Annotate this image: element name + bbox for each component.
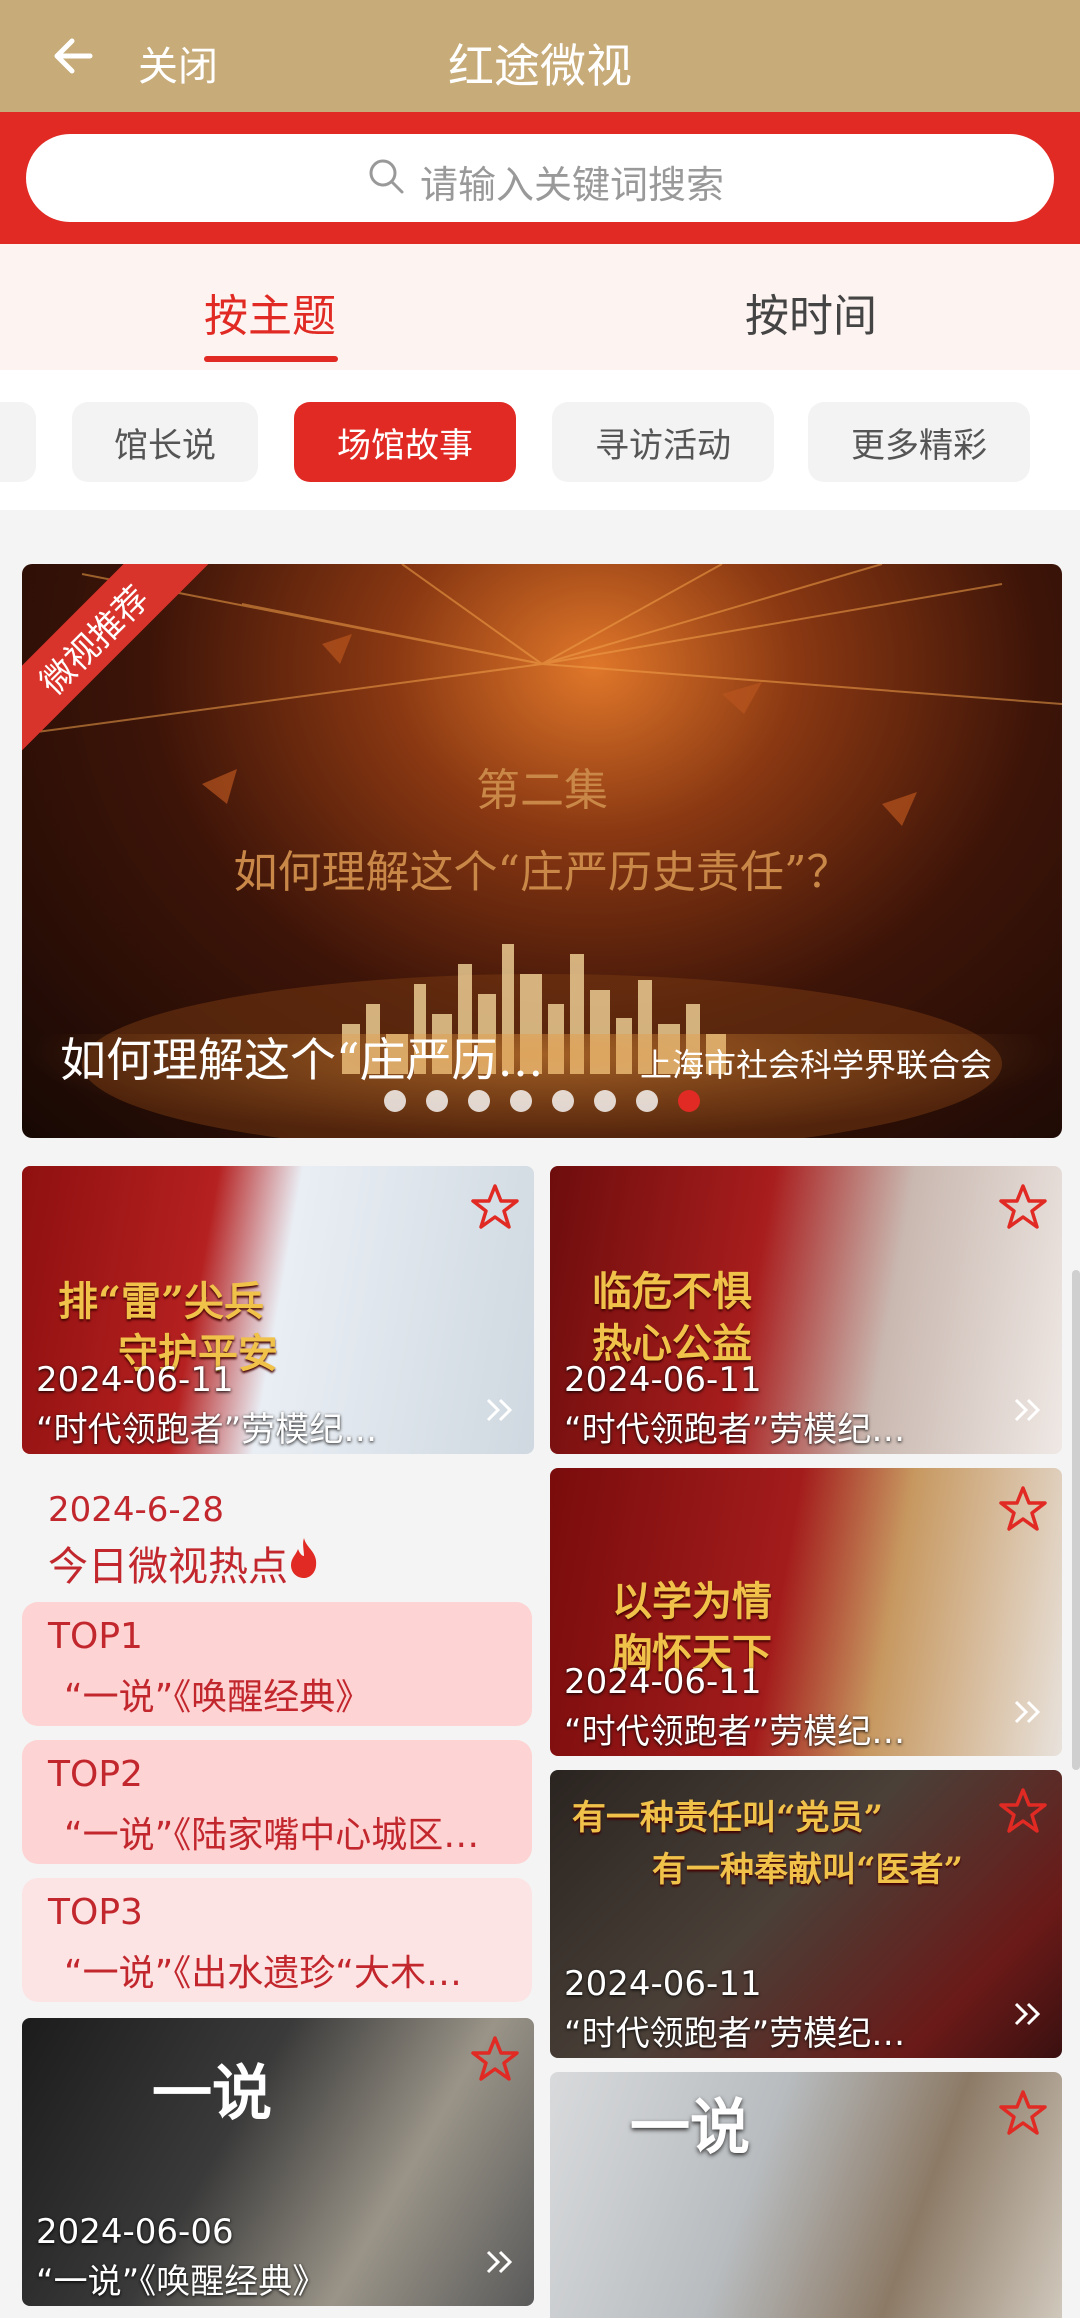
video-card[interactable]: 排“雷”尖兵 守护平安 2024-06-11 “时代领跑者”劳模纪… bbox=[22, 1166, 534, 1454]
hot-rank: TOP2 bbox=[48, 1754, 143, 1795]
carousel-pager bbox=[384, 1090, 700, 1112]
video-title: “时代领跑者”劳模纪… bbox=[36, 1410, 378, 1450]
hot-item-title: “一说”《唤醒经典》 bbox=[64, 1677, 372, 1718]
search-input[interactable]: 请输入关键词搜索 bbox=[26, 134, 1054, 222]
category-chips: 馆长说 场馆故事 寻访活动 更多精彩 bbox=[0, 370, 1080, 510]
hot-item-title: “一说”《陆家嘴中心城区… bbox=[64, 1815, 480, 1856]
search-icon bbox=[369, 159, 404, 194]
video-date: 2024-06-06 bbox=[36, 2212, 234, 2252]
video-card[interactable]: 以学为情 胸怀天下 2024-06-11 “时代领跑者”劳模纪… bbox=[550, 1468, 1062, 1756]
hero-question: 如何理解这个“庄严历史责任”？ bbox=[233, 847, 851, 898]
chip-offscreen[interactable] bbox=[0, 402, 36, 482]
caption-line: 有一种责任叫“党员” bbox=[572, 1798, 884, 1838]
thumbnail-caption: 有一种责任叫“党员” 有一种奉献叫“医者” bbox=[572, 1792, 963, 1896]
caption-line: 以学为情 bbox=[612, 1578, 772, 1625]
caption-line: 临危不惧 bbox=[592, 1268, 752, 1315]
video-date: 2024-06-11 bbox=[564, 1662, 762, 1702]
video-card[interactable]: 一说 bbox=[550, 2072, 1062, 2318]
fire-icon bbox=[291, 1538, 317, 1578]
double-chevron-icon[interactable] bbox=[482, 1392, 518, 1428]
top-bar: 关闭 红途微视 bbox=[0, 0, 1080, 112]
hot-list-item[interactable]: TOP2 “一说”《陆家嘴中心城区… bbox=[22, 1740, 532, 1864]
video-thumbnail bbox=[550, 2072, 1062, 2318]
hot-item-title: “一说”《出水遗珍“大木… bbox=[64, 1953, 462, 1994]
double-chevron-icon[interactable] bbox=[1010, 1996, 1046, 2032]
video-card[interactable]: 临危不惧 热心公益 2024-06-11 “时代领跑者”劳模纪… bbox=[550, 1166, 1062, 1454]
video-date: 2024-06-11 bbox=[564, 1964, 762, 2004]
tab-by-time[interactable]: 按时间 bbox=[745, 280, 877, 344]
video-title: “时代领跑者”劳模纪… bbox=[564, 1712, 906, 1752]
video-date: 2024-06-11 bbox=[564, 1360, 762, 1400]
carousel-dot[interactable] bbox=[636, 1090, 658, 1112]
double-chevron-icon[interactable] bbox=[1010, 1392, 1046, 1428]
active-tab-indicator bbox=[204, 356, 338, 362]
video-title: “一说”《唤醒经典》 bbox=[36, 2262, 327, 2302]
thumbnail-caption: 一说 bbox=[630, 2093, 750, 2163]
caption-line: 排“雷”尖兵 bbox=[58, 1278, 265, 1325]
carousel-dot[interactable] bbox=[678, 1090, 700, 1112]
page-title: 红途微视 bbox=[448, 39, 632, 93]
tab-by-topic[interactable]: 按主题 bbox=[204, 280, 336, 344]
thumbnail-caption: 一说 bbox=[152, 2059, 272, 2129]
double-chevron-icon[interactable] bbox=[1010, 1694, 1046, 1730]
carousel-dot[interactable] bbox=[510, 1090, 532, 1112]
chip-more[interactable]: 更多精彩 bbox=[808, 402, 1030, 482]
thumbnail-caption: 临危不惧 热心公益 bbox=[592, 1266, 752, 1370]
hot-rank: TOP3 bbox=[48, 1892, 143, 1933]
video-title: “时代领跑者”劳模纪… bbox=[564, 1410, 906, 1450]
caption-line: 有一种奉献叫“医者” bbox=[652, 1850, 964, 1890]
hot-list-title: 今日微视热点 bbox=[48, 1544, 288, 1590]
carousel-dot[interactable] bbox=[468, 1090, 490, 1112]
main-tabs: 按主题 按时间 bbox=[0, 244, 1080, 370]
search-placeholder: 请输入关键词搜索 bbox=[420, 163, 725, 207]
carousel-dot[interactable] bbox=[594, 1090, 616, 1112]
hero-episode: 第二集 bbox=[476, 765, 608, 816]
double-chevron-icon[interactable] bbox=[482, 2244, 518, 2280]
video-card[interactable]: 一说 2024-06-06 “一说”《唤醒经典》 bbox=[22, 2018, 534, 2306]
favorite-star-icon[interactable] bbox=[998, 1484, 1048, 1534]
carousel-dot[interactable] bbox=[384, 1090, 406, 1112]
chip-visit-activities[interactable]: 寻访活动 bbox=[552, 402, 774, 482]
favorite-star-icon[interactable] bbox=[998, 1786, 1048, 1836]
favorite-star-icon[interactable] bbox=[998, 2088, 1048, 2138]
scrollbar[interactable] bbox=[1072, 1270, 1080, 1770]
favorite-star-icon[interactable] bbox=[470, 1182, 520, 1232]
carousel-dot[interactable] bbox=[552, 1090, 574, 1112]
video-title: “时代领跑者”劳模纪… bbox=[564, 2014, 906, 2054]
hot-rank: TOP1 bbox=[48, 1616, 143, 1657]
search-bar: 请输入关键词搜索 bbox=[0, 112, 1080, 244]
chip-curator-says[interactable]: 馆长说 bbox=[72, 402, 258, 482]
video-date: 2024-06-11 bbox=[36, 1360, 234, 1400]
hot-list-item[interactable]: TOP3 “一说”《出水遗珍“大木… bbox=[22, 1878, 532, 2002]
chip-venue-stories[interactable]: 场馆故事 bbox=[294, 402, 516, 482]
favorite-star-icon[interactable] bbox=[998, 1182, 1048, 1232]
hot-list-item[interactable]: TOP1 “一说”《唤醒经典》 bbox=[22, 1602, 532, 1726]
carousel-dot[interactable] bbox=[426, 1090, 448, 1112]
hero-source: 上海市社会科学界联合会 bbox=[640, 1046, 993, 1084]
favorite-star-icon[interactable] bbox=[470, 2034, 520, 2084]
video-card[interactable]: 有一种责任叫“党员” 有一种奉献叫“医者” 2024-06-11 “时代领跑者”… bbox=[550, 1770, 1062, 2058]
hot-list-date: 2024-6-28 bbox=[48, 1490, 224, 1530]
hero-banner[interactable]: 第二集 如何理解这个“庄严历史责任”？ 微视推荐 如何理解这个“庄严历… 上海市… bbox=[22, 564, 1062, 1138]
hero-title: 如何理解这个“庄严历… bbox=[60, 1033, 544, 1087]
